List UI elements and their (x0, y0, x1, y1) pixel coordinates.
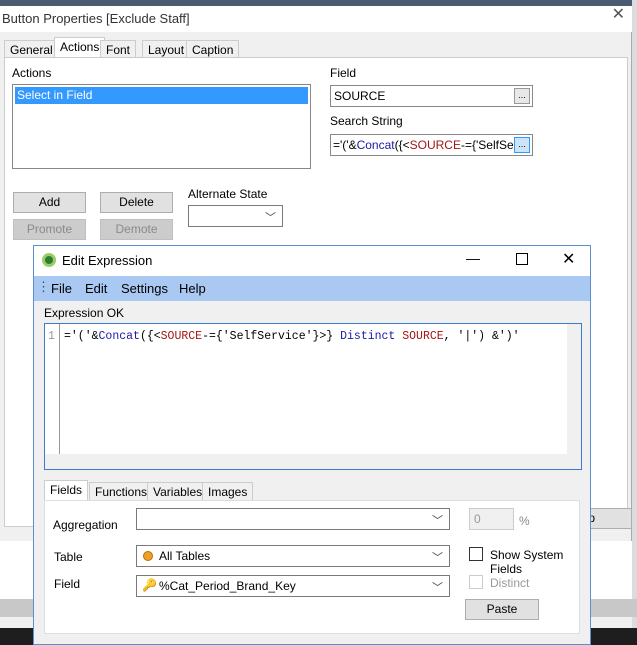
field-label: Field (54, 577, 81, 591)
aggregation-select[interactable]: ﹀ (136, 508, 450, 530)
menu-help[interactable]: Help (179, 281, 206, 296)
list-item[interactable]: Select in Field (15, 87, 308, 104)
chevron-down-icon: ﹀ (432, 552, 443, 564)
delete-button[interactable]: Delete (100, 192, 173, 213)
edit-expression-title-bar: Edit Expression — ✕ (34, 246, 590, 276)
expression-text: ='('&Concat({<SOURCE-={'SelfService'}>} … (64, 330, 520, 343)
dialog-title: Button Properties [Exclude Staff] (2, 11, 190, 26)
percent-sign: % (519, 514, 530, 528)
percent-input[interactable]: 0 (469, 508, 514, 530)
horizontal-scrollbar[interactable] (45, 454, 581, 469)
search-string-input[interactable]: ='('&Concat({<SOURCE-={'SelfSe ... (330, 134, 533, 156)
menu-file[interactable]: File (51, 281, 72, 296)
tab-images[interactable]: Images (202, 482, 254, 501)
menu-edit[interactable]: Edit (85, 281, 107, 296)
promote-button[interactable]: Promote (13, 219, 86, 240)
field-select[interactable]: 🔑 %Cat_Period_Brand_Key ﹀ (136, 575, 450, 597)
qlik-logo-icon (42, 253, 56, 267)
chevron-down-icon: ﹀ (432, 515, 443, 527)
paste-button[interactable]: Paste (465, 599, 539, 620)
menu-bar: ⋮ File Edit Settings Help (34, 276, 590, 301)
demote-button[interactable]: Demote (100, 219, 173, 240)
field-input[interactable]: SOURCE ... (330, 85, 533, 107)
tab-functions[interactable]: Functions (89, 482, 154, 501)
distinct-checkbox[interactable] (469, 575, 483, 589)
vertical-scrollbar[interactable] (567, 324, 581, 454)
tab-layout[interactable]: Layout (142, 40, 191, 58)
add-button[interactable]: Add (13, 192, 86, 213)
close-icon[interactable]: ✕ (562, 249, 575, 269)
dialog-title-bar: Button Properties [Exclude Staff] (0, 6, 632, 32)
table-label: Table (54, 550, 83, 564)
close-icon[interactable]: ✕ (612, 4, 625, 24)
actions-label: Actions (12, 66, 52, 80)
edit-expression-button[interactable]: ... (514, 137, 530, 153)
field-label: Field (330, 66, 357, 80)
tab-caption[interactable]: Caption (186, 40, 240, 58)
edit-expression-window: Edit Expression — ✕ ⋮ File Edit Settings… (33, 245, 591, 645)
show-system-fields-label: Show System Fields (490, 548, 564, 576)
browse-field-button[interactable]: ... (514, 88, 530, 104)
tab-variables[interactable]: Variables (147, 482, 209, 501)
maximize-icon[interactable] (516, 253, 528, 265)
background-app (632, 0, 637, 645)
chevron-down-icon: ﹀ (432, 582, 443, 594)
table-select[interactable]: All Tables ﹀ (136, 545, 450, 567)
grip-icon: ⋮ (37, 279, 50, 294)
line-number: 1 (48, 330, 55, 343)
minimize-icon[interactable]: — (466, 250, 480, 266)
expression-editor[interactable]: 1 ='('&Concat({<SOURCE-={'SelfService'}>… (44, 323, 582, 470)
actions-list[interactable]: Select in Field (12, 84, 311, 169)
tab-font[interactable]: Font (100, 40, 137, 58)
tab-fields[interactable]: Fields (44, 480, 89, 501)
distinct-label: Distinct (490, 576, 530, 590)
search-string-label: Search String (330, 114, 403, 128)
expression-status: Expression OK (44, 306, 125, 320)
alternate-state-select[interactable]: ﹀ (188, 205, 283, 227)
show-system-fields-checkbox[interactable] (469, 547, 483, 561)
fields-panel: Aggregation ﹀ 0 % Table All Tables ﹀ Fiel… (44, 500, 580, 634)
aggregation-label: Aggregation (53, 518, 118, 532)
menu-settings[interactable]: Settings (121, 281, 168, 296)
window-title: Edit Expression (62, 253, 153, 268)
tab-general[interactable]: General (4, 40, 59, 58)
gutter-divider (59, 324, 60, 454)
chevron-down-icon: ﹀ (265, 212, 276, 224)
key-icon: 🔑 (142, 578, 157, 592)
alternate-state-label: Alternate State (188, 187, 268, 201)
table-icon (143, 551, 153, 561)
tab-actions[interactable]: Actions (54, 37, 106, 58)
